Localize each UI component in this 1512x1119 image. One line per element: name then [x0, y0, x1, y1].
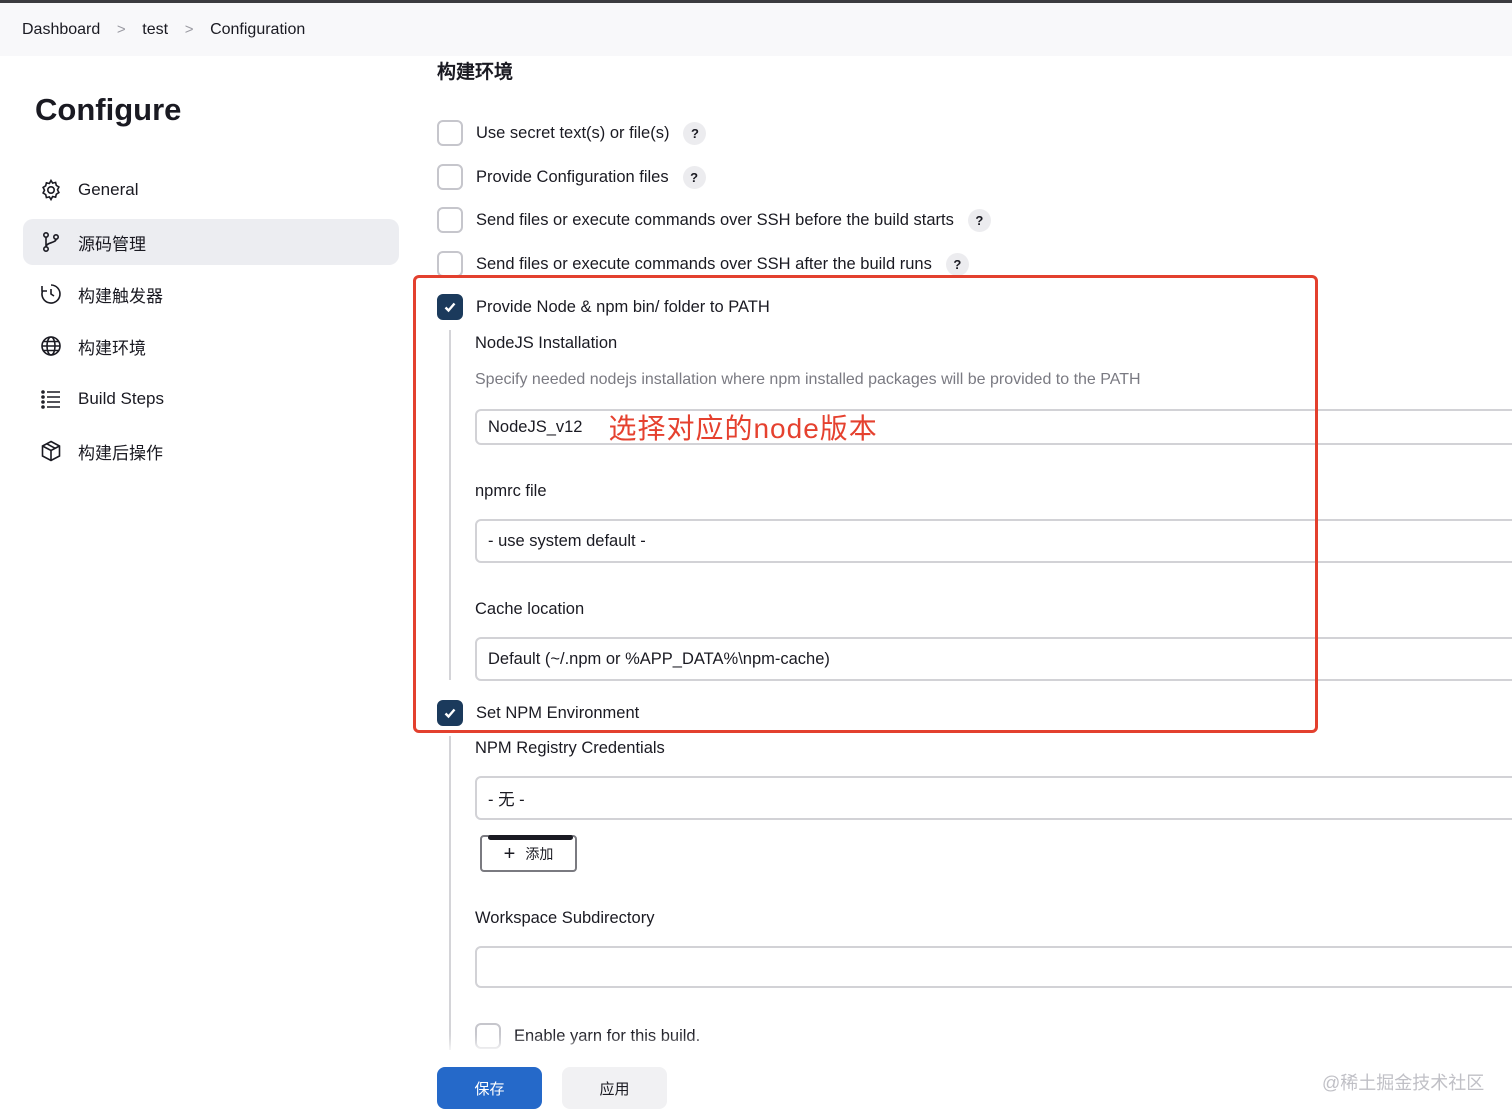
checkbox-checked[interactable]: [437, 294, 463, 320]
list-icon: [38, 386, 64, 412]
breadcrumb-test[interactable]: test: [142, 21, 168, 39]
sidebar-item-label: 构建触发器: [78, 286, 163, 306]
option-label: Provide Node & npm bin/ folder to PATH: [476, 297, 770, 316]
cache-location-select[interactable]: Default (~/.npm or %APP_DATA%\npm-cache): [475, 637, 1512, 681]
option-secret-text: Use secret text(s) or file(s) ?: [437, 120, 707, 146]
page-title: Configure: [35, 92, 182, 127]
option-label: Set NPM Environment: [476, 703, 640, 722]
checkbox[interactable]: [437, 251, 463, 277]
add-button-label: 添加: [525, 845, 554, 862]
checkbox[interactable]: [437, 120, 463, 146]
registry-credentials-label: NPM Registry Credentials: [475, 739, 665, 757]
option-ssh-after: Send files or execute commands over SSH …: [437, 251, 969, 277]
cache-location-value: Default (~/.npm or %APP_DATA%\npm-cache): [488, 649, 830, 668]
sidebar-item-label: 构建后操作: [78, 443, 163, 463]
nodejs-installation-label: NodeJS Installation: [475, 334, 618, 352]
watermark: @稀土掘金技术社区: [1322, 1073, 1485, 1093]
npmrc-value: - use system default -: [488, 531, 646, 550]
option-ssh-before: Send files or execute commands over SSH …: [437, 207, 991, 233]
sidebar-item-build-environment[interactable]: 构建环境: [23, 323, 399, 369]
nested-indent-line: [449, 330, 451, 680]
option-label: Send files or execute commands over SSH …: [476, 210, 954, 229]
globe-icon: [38, 333, 64, 359]
workspace-subdirectory-label: Workspace Subdirectory: [475, 909, 655, 927]
option-enable-yarn: Enable yarn for this build.: [475, 1023, 700, 1049]
sidebar-item-build-steps[interactable]: Build Steps: [23, 376, 399, 422]
npmrc-label: npmrc file: [475, 482, 547, 500]
button-top-bar: [488, 835, 573, 840]
option-provide-node: Provide Node & npm bin/ folder to PATH: [437, 294, 770, 320]
option-config-files: Provide Configuration files ?: [437, 164, 706, 190]
option-set-npm-env: Set NPM Environment: [437, 700, 639, 726]
check-icon: [444, 302, 456, 313]
sidebar-item-build-triggers[interactable]: 构建触发器: [23, 271, 399, 317]
help-icon[interactable]: ?: [682, 165, 706, 189]
save-button[interactable]: 保存: [437, 1067, 542, 1109]
sidebar-item-post-build[interactable]: 构建后操作: [23, 428, 399, 474]
breadcrumb-separator: >: [116, 21, 126, 38]
nodejs-installation-value: NodeJS_v12: [488, 417, 583, 436]
checkbox[interactable]: [437, 164, 463, 190]
sidebar-item-label: 构建环境: [78, 338, 146, 358]
nested-indent-line: [449, 736, 451, 1050]
annotation-text: 选择对应的node版本: [608, 413, 878, 444]
option-label: Enable yarn for this build.: [514, 1026, 701, 1045]
plus-icon: +: [503, 842, 516, 865]
cube-icon: [38, 438, 64, 464]
registry-credentials-select[interactable]: - 无 -: [475, 776, 1512, 820]
add-credentials-button[interactable]: + 添加: [480, 835, 577, 872]
option-label: Provide Configuration files: [476, 167, 669, 186]
checkbox-checked[interactable]: [437, 700, 463, 726]
help-icon[interactable]: ?: [683, 121, 707, 145]
clock-icon: [38, 281, 64, 307]
registry-credentials-value: - 无 -: [488, 791, 525, 809]
sidebar-item-general[interactable]: General: [23, 167, 399, 213]
sidebar-item-label: General: [78, 180, 139, 199]
nodejs-installation-select[interactable]: NodeJS_v12 选择对应的node版本: [475, 409, 1512, 445]
sidebar-item-source-control[interactable]: 源码管理: [23, 219, 399, 265]
check-icon: [444, 708, 456, 719]
breadcrumb-configuration[interactable]: Configuration: [210, 21, 305, 39]
help-icon[interactable]: ?: [945, 252, 969, 276]
sidebar-item-label: Build Steps: [78, 389, 164, 408]
breadcrumb: Dashboard > test > Configuration: [0, 3, 1512, 56]
apply-button[interactable]: 应用: [562, 1067, 667, 1109]
option-label: Use secret text(s) or file(s): [476, 123, 670, 142]
gear-icon: [38, 177, 64, 203]
help-icon[interactable]: ?: [967, 208, 991, 232]
npmrc-select[interactable]: - use system default -: [475, 519, 1512, 563]
branch-icon: [38, 229, 64, 255]
section-title: 构建环境: [437, 62, 514, 83]
breadcrumb-separator: >: [184, 21, 194, 38]
checkbox[interactable]: [475, 1023, 501, 1049]
workspace-subdirectory-input[interactable]: [475, 946, 1512, 988]
sidebar-item-label: 源码管理: [78, 234, 146, 254]
cache-location-label: Cache location: [475, 600, 585, 618]
breadcrumb-dashboard[interactable]: Dashboard: [22, 21, 100, 39]
checkbox[interactable]: [437, 207, 463, 233]
nodejs-installation-description: Specify needed nodejs installation where…: [475, 371, 1141, 388]
option-label: Send files or execute commands over SSH …: [476, 254, 932, 273]
